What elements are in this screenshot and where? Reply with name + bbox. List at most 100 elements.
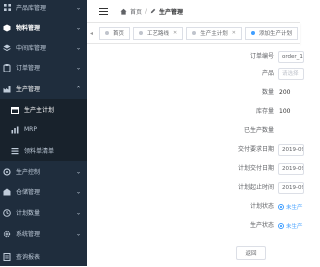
scroll-left-icon[interactable]: ◂	[87, 30, 96, 37]
chevron-down-icon: ⌄	[75, 209, 81, 217]
stock-label: 库存量	[255, 108, 274, 115]
tab-label: 添加生产计划	[258, 31, 292, 37]
back-button[interactable]: 返回	[236, 246, 266, 260]
sidebar-item-intermediate-library[interactable]: 中间库管理 ⌄	[0, 37, 87, 58]
plan-status-label: 计划状态	[249, 203, 274, 210]
tab-label: 工艺路线	[147, 31, 170, 37]
plan-icon	[3, 208, 11, 217]
chevron-up-icon: ⌃	[75, 85, 81, 93]
chevron-down-icon: ⌄	[75, 24, 81, 32]
sidebar-item-label: 系统管理	[16, 231, 41, 239]
sidebar-item-label: 计划数量	[16, 210, 41, 218]
breadcrumb: 首页 / 生产管理	[120, 7, 183, 16]
chevron-down-icon: ⌄	[75, 230, 81, 238]
production-plan-form: 订单编号 order_10 产品 请选择 数量 200 库存量 100 已生产数…	[87, 44, 304, 266]
produce-status-radio[interactable]: 未生产	[278, 222, 303, 230]
tab-process-route[interactable]: 工艺路线 ✕	[133, 26, 184, 40]
dot-icon	[250, 31, 255, 35]
form-row-quantity: 数量 200	[87, 87, 300, 99]
grid-icon	[3, 4, 11, 12]
chart-icon	[11, 126, 19, 134]
produce-status-option: 未生产	[286, 224, 303, 230]
tab-home[interactable]: 首页	[99, 26, 131, 40]
plan-status-option: 未生产	[286, 205, 303, 211]
sidebar-item-materials[interactable]: 物料管理 ⌄	[0, 17, 87, 38]
breadcrumb-home[interactable]: 首页	[130, 7, 142, 16]
home-icon	[120, 8, 127, 15]
sidebar-item-product-library[interactable]: 产品库管理 ⌄	[0, 0, 87, 18]
sidebar-item-label: 查询报表	[16, 254, 41, 262]
chevron-down-icon: ⌄	[75, 188, 81, 196]
calendar-icon	[11, 106, 19, 114]
plan-status-radio[interactable]: 未生产	[278, 203, 303, 211]
form-row-product: 产品 请选择	[87, 68, 304, 80]
delivery-required-label: 交付要求日期	[237, 146, 274, 153]
tab-label: 生产主计划	[200, 31, 228, 37]
sidebar-item-label: 中间库管理	[16, 45, 47, 53]
form-row-stock: 库存量 100	[87, 106, 300, 118]
quantity-value[interactable]: 200	[279, 87, 290, 99]
tab-add-production-plan[interactable]: 添加生产计划	[244, 26, 298, 40]
sidebar-item-production[interactable]: 生产管理 ⌃	[0, 78, 87, 99]
tab-master-plan[interactable]: 生产主计划 ✕	[186, 26, 242, 40]
sidebar-item-mrp[interactable]: MRP	[0, 119, 87, 141]
form-row-produced: 已生产数量	[87, 125, 300, 137]
form-row-order-no: 订单编号 order_10	[87, 51, 304, 63]
sidebar-item-plan-quantity[interactable]: 计划数量 ⌄	[0, 202, 87, 223]
settings-icon	[3, 230, 11, 238]
produced-label: 已生产数量	[243, 127, 274, 134]
tag-views: ◂ 首页 工艺路线 ✕ 生产主计划 ✕ 添加生产计划	[87, 23, 300, 44]
close-icon[interactable]: ✕	[173, 30, 177, 36]
sidebar-item-label: 订单管理	[16, 65, 41, 73]
dot-icon	[139, 31, 144, 35]
clipboard-icon	[3, 63, 11, 72]
layers-icon	[3, 44, 11, 52]
dot-icon	[105, 31, 109, 35]
control-icon	[3, 167, 11, 176]
close-icon[interactable]: ✕	[232, 30, 236, 36]
chevron-down-icon: ⌄	[75, 64, 81, 72]
sidebar-item-label: 仓储管理	[16, 189, 41, 197]
list-icon	[11, 147, 19, 155]
sidebar-item-reports[interactable]: 查询报表	[0, 246, 87, 267]
breadcrumb-separator: /	[145, 7, 148, 15]
form-row-produce-status: 生产状态 未生产	[87, 220, 303, 232]
sidebar-item-system[interactable]: 系统管理 ⌄	[0, 223, 87, 244]
report-icon	[3, 252, 11, 261]
order-no-input[interactable]: order_10	[278, 51, 304, 63]
delivery-required-date-input[interactable]: 2019-09	[278, 144, 304, 156]
chevron-down-icon: ⌄	[75, 4, 81, 12]
chevron-down-icon: ⌄	[75, 44, 81, 52]
sidebar-item-master-plan[interactable]: 生产主计划	[0, 99, 87, 121]
sidebar-item-production-control[interactable]: 生产控制 ⌄	[0, 161, 87, 182]
sidebar-item-picking-list[interactable]: 领料单清单	[0, 140, 87, 162]
sidebar-item-label: MRP	[24, 126, 37, 134]
sidebar-item-label: 物料管理	[16, 25, 41, 33]
cube-icon	[3, 24, 11, 32]
form-row-plan-start-end: 计划起止时间 2019-09	[87, 182, 304, 194]
tab-label: 首页	[113, 31, 125, 37]
product-select[interactable]: 请选择	[278, 68, 304, 80]
radio-checked-icon	[278, 204, 284, 210]
sidebar-item-label: 领料单清单	[24, 148, 55, 156]
product-label: 产品	[261, 70, 274, 77]
plan-start-end-label: 计划起止时间	[237, 184, 274, 191]
warehouse-icon	[3, 188, 11, 196]
plan-start-end-input[interactable]: 2019-09	[278, 182, 304, 194]
factory-icon	[3, 85, 11, 93]
sidebar-item-label: 生产管理	[16, 86, 41, 94]
sidebar-item-orders[interactable]: 订单管理 ⌄	[0, 57, 87, 78]
plan-delivery-label: 计划交付日期	[237, 165, 274, 172]
form-row-plan-status: 计划状态 未生产	[87, 201, 303, 213]
sidebar: 产品库管理 ⌄ 物料管理 ⌄ 中间库管理 ⌄ 订单管理 ⌄ 生产管理 ⌃ 生产主…	[0, 0, 87, 266]
top-header: 首页 / 生产管理	[87, 0, 300, 23]
order-no-label: 订单编号	[249, 53, 274, 60]
menu-toggle-icon[interactable]	[99, 7, 108, 15]
stock-value: 100	[279, 108, 291, 115]
form-row-plan-delivery: 计划交付日期 2019-09	[87, 163, 304, 175]
plan-delivery-date-input[interactable]: 2019-09	[278, 163, 304, 175]
radio-checked-icon	[278, 223, 284, 229]
sidebar-item-warehouse[interactable]: 仓储管理 ⌄	[0, 181, 87, 202]
sidebar-item-label: 产品库管理	[16, 5, 47, 13]
quantity-label: 数量	[261, 89, 274, 96]
